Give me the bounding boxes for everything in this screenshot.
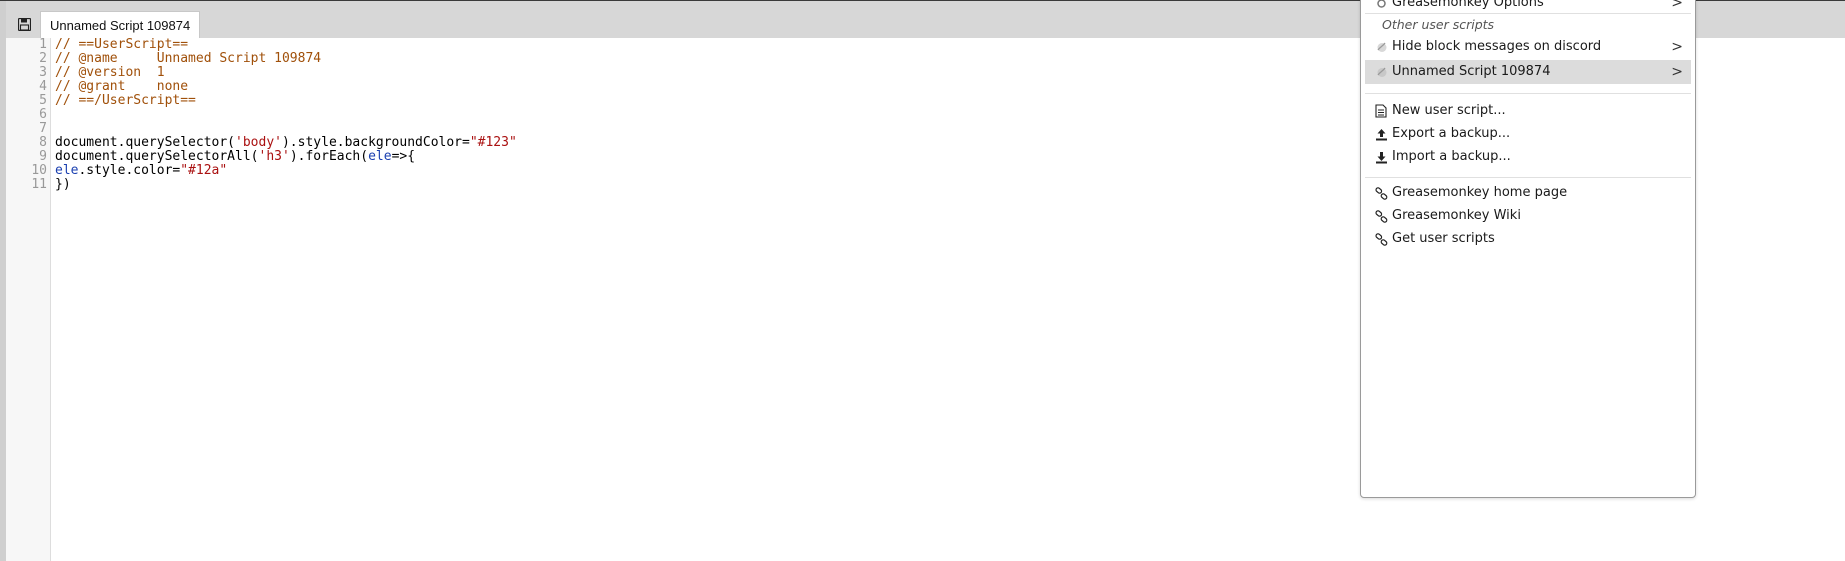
code-line: ele.style.color="#12a" xyxy=(55,164,227,178)
code-line: // ==/UserScript== xyxy=(55,93,196,108)
menu-item-label: Greasemonkey Wiki xyxy=(1392,208,1521,223)
line-number: 5 xyxy=(39,93,47,108)
save-button[interactable] xyxy=(13,14,35,36)
line-number: 9 xyxy=(39,149,47,164)
code-line: // @grant none xyxy=(55,79,189,94)
menu-item-label: New user script... xyxy=(1392,103,1506,118)
code-variable: ele xyxy=(55,163,79,178)
code-line: document.querySelector('body').style.bac… xyxy=(55,136,517,150)
code-line: // ==UserScript== xyxy=(55,37,189,52)
menu-item-get-scripts[interactable]: Get user scripts xyxy=(1365,227,1691,251)
code-string: 'h3' xyxy=(258,149,290,164)
code-line: }) xyxy=(55,177,71,192)
code-string: "#12a" xyxy=(180,163,228,178)
chevron-right-icon: > xyxy=(1671,64,1683,80)
section-heading: Other user scripts xyxy=(1382,17,1495,32)
menu-item-import-backup[interactable]: Import a backup... xyxy=(1365,145,1691,169)
menu-item-new-script[interactable]: New user script... xyxy=(1365,99,1691,123)
tab-script[interactable]: Unnamed Script 109874 xyxy=(40,11,201,40)
greasemonkey-menu: Greasemonkey Options > Other user script… xyxy=(1360,0,1696,498)
menu-item-label: Unnamed Script 109874 xyxy=(1392,64,1551,79)
menu-item-label: Export a backup... xyxy=(1392,126,1511,141)
menu-separator xyxy=(1365,177,1691,178)
chevron-right-icon: > xyxy=(1671,39,1683,55)
code-token: .style.color= xyxy=(78,163,181,178)
code-line: document.querySelectorAll('h3').forEach(… xyxy=(55,150,415,164)
line-number: 1 xyxy=(39,37,47,52)
code-token: ).style.backgroundColor= xyxy=(281,135,470,150)
menu-item-export-backup[interactable]: Export a backup... xyxy=(1365,122,1691,146)
line-number-gutter: 1 2 3 4 5 6 7 8 9 10 11 xyxy=(6,38,51,561)
line-number: 11 xyxy=(31,177,47,192)
code-token: document.querySelector( xyxy=(55,135,236,150)
code-string: 'body' xyxy=(235,135,282,150)
menu-item-label: Hide block messages on discord xyxy=(1392,39,1602,54)
code-line: // @version 1 xyxy=(55,65,165,80)
menu-item-label: Get user scripts xyxy=(1392,231,1495,246)
new-document-icon xyxy=(1373,99,1389,123)
upload-icon xyxy=(1373,122,1389,146)
menu-item-label: Greasemonkey home page xyxy=(1392,185,1568,200)
line-number: 7 xyxy=(39,121,47,136)
menu-item-wiki[interactable]: Greasemonkey Wiki xyxy=(1365,204,1691,228)
line-number: 2 xyxy=(39,51,47,66)
monkey-icon xyxy=(1373,60,1389,84)
menu-separator xyxy=(1365,93,1691,94)
link-icon xyxy=(1373,227,1389,251)
code-string: "#123" xyxy=(469,135,517,150)
save-icon xyxy=(17,16,31,35)
link-icon xyxy=(1373,204,1389,228)
menu-item-script-discord[interactable]: Hide block messages on discord > xyxy=(1365,35,1691,59)
code-line: // @name Unnamed Script 109874 xyxy=(55,51,322,66)
code-token: document.querySelectorAll( xyxy=(55,149,259,164)
menu-item-label: Import a backup... xyxy=(1392,149,1511,164)
menu-item-home-page[interactable]: Greasemonkey home page xyxy=(1365,181,1691,205)
line-number: 8 xyxy=(39,135,47,150)
tab-title: Unnamed Script 109874 xyxy=(50,18,191,33)
download-icon xyxy=(1373,145,1389,169)
monkey-icon xyxy=(1373,35,1389,59)
line-number: 10 xyxy=(31,163,47,178)
line-number: 6 xyxy=(39,107,47,122)
menu-item-script-unnamed[interactable]: Unnamed Script 109874 > xyxy=(1365,60,1691,84)
line-number: 4 xyxy=(39,79,47,94)
link-icon xyxy=(1373,181,1389,205)
code-token: ).forEach( xyxy=(289,149,369,164)
code-token: =>{ xyxy=(391,149,416,164)
menu-separator xyxy=(1365,13,1691,14)
line-number: 3 xyxy=(39,65,47,80)
code-variable: ele xyxy=(368,149,392,164)
